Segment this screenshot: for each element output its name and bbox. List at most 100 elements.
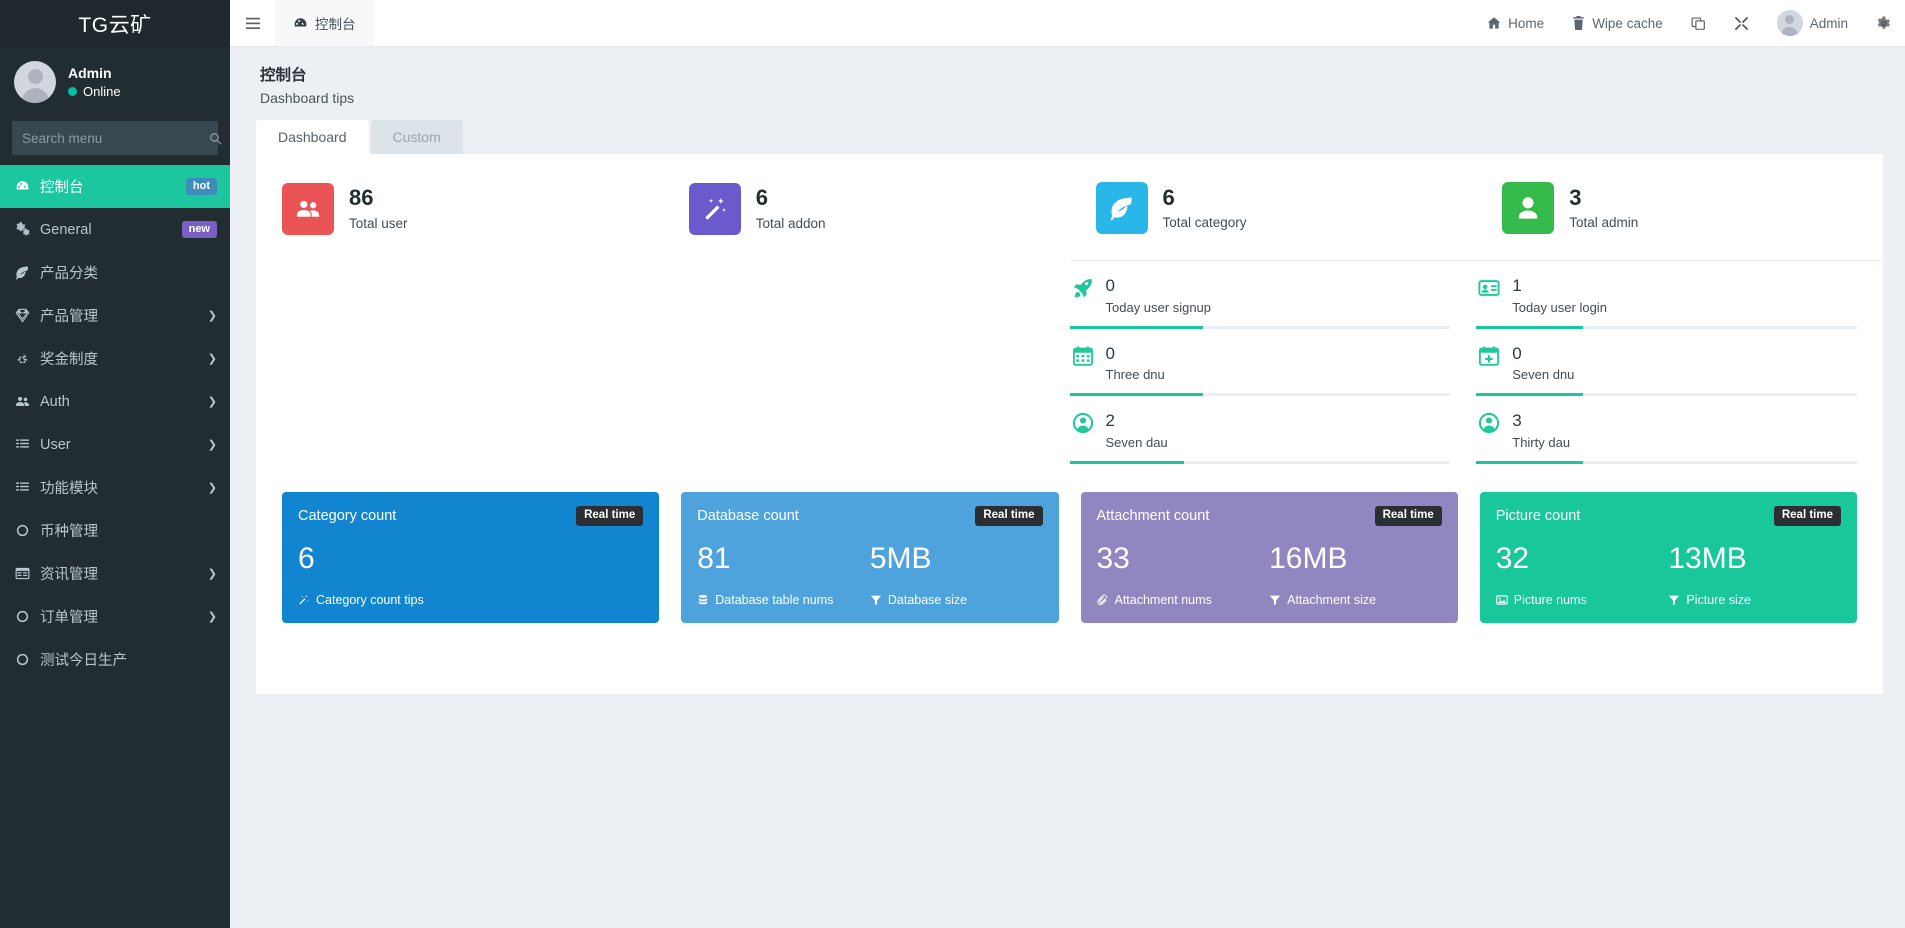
sidebar-item-label: 产品管理 [40,309,98,325]
sidebar-item-label: 功能模块 [40,481,98,497]
real-time-badge: Real time [975,506,1043,526]
user-circle-icon [1072,412,1094,434]
stat-value: 3 [1569,184,1582,210]
circle-icon [15,523,40,538]
sidebar-item-6[interactable]: Auth ❯ [0,380,230,423]
admin-menu-button[interactable]: Admin [1763,0,1862,46]
chevron-right-icon: ❯ [207,396,217,408]
id-card-icon [1478,277,1500,299]
ministats-empty-area [256,261,1070,464]
count-card-foot-2: Picture size [1686,592,1751,607]
list-icon [15,480,40,495]
users-icon [15,394,40,409]
dashboard-panel: 86 Total user 6 Total addon 6 Total category 3… [256,154,1883,694]
tab-dashboard[interactable]: Dashboard [256,120,369,154]
real-time-badge: Real time [1773,506,1841,526]
count-card-title: Database count [697,507,799,524]
ministat-progress-bar [1476,393,1857,397]
ministat-label: Today user login [1512,299,1607,315]
ministat-label: Seven dau [1105,435,1168,451]
home-button[interactable]: Home [1473,0,1558,46]
app-root: TG云矿 Admin Online 控制台 hot General new 产品分类产品… [0,0,1905,928]
navbar-tab-label: 控制台 [315,17,356,32]
filter-icon [1668,594,1680,606]
ministat-progress-bar [1476,325,1857,329]
online-dot-icon [68,87,77,96]
sidebar-item-11[interactable]: 订单管理 ❯ [0,595,230,638]
sidebar-toggle-button[interactable] [230,0,275,46]
cogs-icon [15,222,40,237]
stat-label: Total admin [1569,215,1639,231]
chevron-right-icon: ❯ [207,439,217,451]
ministat-1-1: 0 Today user signup [1069,261,1451,329]
ministat-value: 0 [1105,343,1115,363]
chevron-right-icon: ❯ [207,611,217,623]
circle-icon [15,652,40,667]
sidebar-item-1[interactable]: 控制台 hot [0,165,230,208]
wipe-cache-button[interactable]: Wipe cache [1558,0,1677,46]
sidebar-item-7[interactable]: User ❯ [0,423,230,466]
brand-logo[interactable]: TG云矿 [0,0,230,47]
sidebar-menu: 控制台 hot General new 产品分类产品管理 ❯ 奖金制度 ❯ Auth ❯ User ❯… [0,165,230,681]
user-name: Admin [68,65,112,81]
recycle-icon [15,351,40,366]
count-card-title: Picture count [1495,507,1581,524]
ministat-value: 3 [1512,411,1522,431]
rocket-icon [1072,277,1094,299]
stat-label: Total addon [755,215,826,231]
search-icon[interactable] [209,132,222,145]
sidebar-item-label: User [40,436,71,453]
navbar-avatar [1776,10,1803,36]
chevron-right-icon: ❯ [207,310,217,322]
page-header: 控制台 Dashboard tips [230,47,1905,106]
real-time-badge: Real time [576,506,644,526]
sidebar-item-4[interactable]: 产品管理 ❯ [0,294,230,337]
count-card-foot-2: Attachment size [1287,592,1377,607]
sidebar-item-2[interactable]: General new [0,208,230,251]
sidebar-item-12[interactable]: 测试今日生产 [0,638,230,681]
stat-label: Total category [1162,215,1247,231]
count-card-title: Attachment count [1096,507,1210,524]
sidebar-item-5[interactable]: 奖金制度 ❯ [0,337,230,380]
sidebar-item-label: 订单管理 [40,610,98,626]
sidebar-item-10[interactable]: 资讯管理 ❯ [0,552,230,595]
wipe-cache-label: Wipe cache [1592,15,1663,31]
ministat-progress-bar [1069,325,1451,329]
sidebar-item-label: 币种管理 [40,524,98,540]
ministats-grid: 0 Today user signup 0 Three dnu 2 Seven dau 1 T… [1069,261,1884,465]
ministat-progress-bar [1069,393,1451,397]
navbar-tab-dashboard[interactable]: 控制台 [275,0,374,46]
language-button[interactable] [1677,0,1720,46]
chevron-right-icon: ❯ [207,568,217,580]
stat-card-3: 6 Total category [1069,172,1477,261]
count-card-3: Attachment count Real time 33 16MB Attachmen… [1080,492,1458,623]
stat-value: 86 [349,185,374,211]
home-label: Home [1508,15,1545,31]
count-card-4: Picture count Real time 32 13MB Picture nums… [1479,492,1857,623]
settings-gear-button[interactable] [1862,0,1905,46]
search-input[interactable] [12,130,209,146]
count-card-value-1: 81 [697,541,731,575]
count-card-foot-1: Attachment nums [1114,592,1212,607]
main-area: 控制台 Home Wipe cache Admin 控制台 Dashboard … [230,0,1905,928]
ministat-1-2: 0 Three dnu [1069,329,1451,397]
stat-label: Total user [349,215,408,231]
sidebar-item-3[interactable]: 产品分类 [0,251,230,294]
sidebar-item-9[interactable]: 币种管理 [0,509,230,552]
table-icon [15,566,40,581]
count-cards-row: Category count Real time 6 Category count t… [256,464,1883,657]
count-card-foot-1: Category count tips [316,592,424,607]
fullscreen-button[interactable] [1720,0,1763,46]
paperclip-icon [1096,594,1109,606]
sidebar: TG云矿 Admin Online 控制台 hot General new 产品分类产品… [0,0,230,928]
user-icon [1502,182,1555,234]
page-title: 控制台 [260,67,307,84]
search-menu-box[interactable] [12,121,222,155]
magic-icon [298,594,310,606]
sidebar-item-8[interactable]: 功能模块 ❯ [0,466,230,509]
sidebar-item-label: 测试今日生产 [40,653,127,669]
tab-custom[interactable]: Custom [370,120,463,154]
leaf-icon [1095,182,1148,234]
sidebar-item-label: 产品分类 [40,266,98,282]
navbar-spacer [374,0,1474,46]
